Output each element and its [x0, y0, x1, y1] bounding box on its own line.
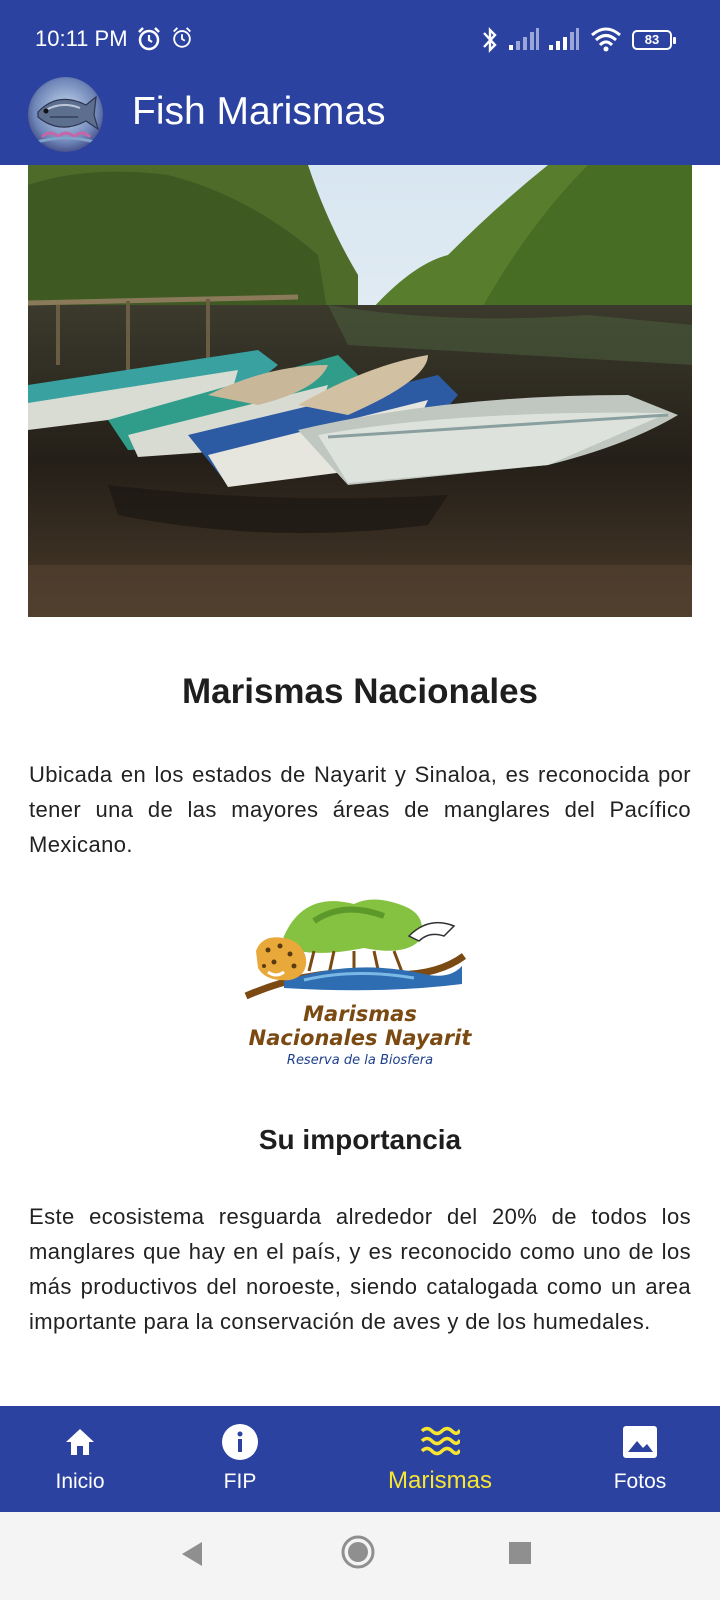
badge-line-2: Nacionales Nayarit — [248, 1026, 472, 1050]
nav-marismas[interactable]: Marismas — [360, 1406, 520, 1512]
nav-inicio[interactable]: Inicio — [20, 1406, 140, 1512]
badge-line-3: Reserva de la Biosfera — [286, 1053, 434, 1068]
fish-logo-icon — [28, 77, 103, 152]
nav-fip[interactable]: FIP — [180, 1406, 300, 1512]
image-icon — [623, 1426, 657, 1458]
alarm-icon — [138, 27, 160, 51]
alarm-outline-icon — [173, 27, 191, 48]
nav-fip-label: FIP — [223, 1470, 257, 1493]
waves-icon — [420, 1426, 460, 1456]
hero-photo — [28, 165, 692, 617]
info-icon — [222, 1424, 258, 1460]
nav-marismas-label: Marismas — [387, 1467, 492, 1494]
back-icon[interactable] — [178, 1538, 206, 1570]
top-bar: 10:11 PM 83 Fish Marismas — [0, 0, 720, 165]
home-icon — [66, 1429, 94, 1455]
intro-text: Ubicada en los estados de Nayarit y Sina… — [29, 762, 691, 857]
nav-inicio-label: Inicio — [55, 1470, 105, 1493]
nav-fotos[interactable]: Fotos — [580, 1406, 700, 1512]
section-heading: Su importancia — [258, 1124, 462, 1155]
bluetooth-icon — [483, 27, 497, 53]
importance-text: Este ecosistema resguarda alrededor del … — [29, 1204, 691, 1334]
status-time: 10:11 PM — [35, 26, 128, 51]
app-title: Fish Marismas — [132, 90, 386, 133]
system-navigation-bar — [0, 1512, 720, 1600]
bottom-navigation: Inicio FIP Marismas Fotos — [0, 1406, 720, 1512]
status-bar: 10:11 PM 83 — [0, 0, 720, 80]
page-title: Marismas Nacionales — [181, 672, 538, 711]
reserve-logo-icon — [244, 899, 467, 1000]
signal-icon — [549, 28, 579, 50]
battery-icon: 83 — [632, 30, 676, 50]
reserve-badge: Marismas Nacionales Nayarit Reserva de l… — [244, 896, 476, 1080]
badge-line-1: Marismas — [303, 1002, 417, 1026]
app-bar: Fish Marismas — [0, 72, 720, 165]
recents-icon[interactable] — [507, 1540, 533, 1566]
nav-fotos-label: Fotos — [613, 1470, 667, 1493]
signal-icon — [509, 28, 539, 50]
wifi-icon — [591, 27, 621, 52]
home-button-icon[interactable] — [340, 1534, 376, 1570]
